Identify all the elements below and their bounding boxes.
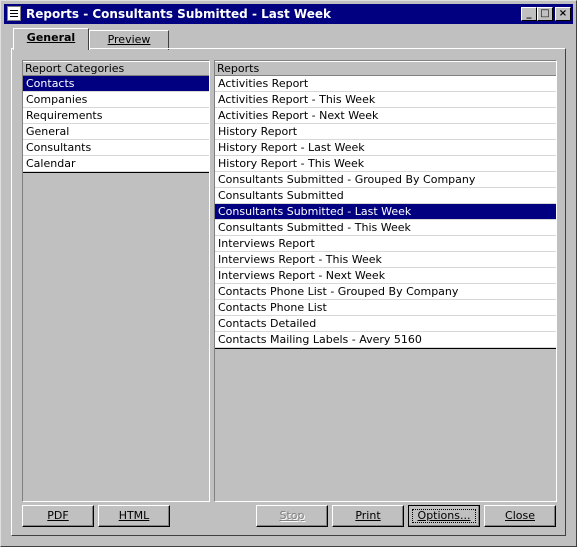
report-list-item[interactable]: History Report - This Week xyxy=(215,156,556,172)
close-button[interactable]: Close xyxy=(484,505,556,527)
report-categories-list[interactable]: Report Categories Contacts Companies Requi… xyxy=(22,60,210,502)
window-icon[interactable] xyxy=(7,6,21,21)
report-categories-header[interactable]: Report Categories xyxy=(23,61,209,76)
category-list-item[interactable]: General xyxy=(23,124,209,140)
html-button[interactable]: HTML xyxy=(98,505,170,527)
maximize-button[interactable]: □ xyxy=(537,7,553,21)
report-list-item[interactable]: Contacts Phone List - Grouped By Company xyxy=(215,284,556,300)
category-list-item[interactable]: Requirements xyxy=(23,108,209,124)
reports-list[interactable]: Reports Activities Report Activities Repo… xyxy=(214,60,557,502)
category-list-item[interactable]: Companies xyxy=(23,92,209,108)
report-list-item[interactable]: Activities Report - This Week xyxy=(215,92,556,108)
focus-rectangle xyxy=(412,509,476,523)
window-title: Reports - Consultants Submitted - Last W… xyxy=(26,7,331,21)
category-list-item[interactable]: Calendar xyxy=(23,156,209,172)
report-list-item[interactable]: History Report xyxy=(215,124,556,140)
close-button-label: Close xyxy=(505,509,535,522)
report-list-item[interactable]: Consultants Submitted - Grouped By Compa… xyxy=(215,172,556,188)
report-list-item[interactable]: Contacts Mailing Labels - Avery 5160 xyxy=(215,332,556,348)
report-list-item[interactable]: Activities Report - Next Week xyxy=(215,108,556,124)
close-window-button[interactable]: × xyxy=(555,7,571,21)
report-list-item[interactable]: Consultants Submitted - This Week xyxy=(215,220,556,236)
report-list-item[interactable]: History Report - Last Week xyxy=(215,140,556,156)
report-list-item[interactable]: Contacts Phone List xyxy=(215,300,556,316)
title-bar[interactable]: Reports - Consultants Submitted - Last W… xyxy=(4,4,573,24)
category-list-item[interactable]: Contacts xyxy=(23,76,209,92)
report-list-item[interactable]: Contacts Detailed xyxy=(215,316,556,332)
stop-button[interactable]: Stop xyxy=(256,505,328,527)
reports-window: Reports - Consultants Submitted - Last W… xyxy=(0,0,577,547)
print-button[interactable]: Print xyxy=(332,505,404,527)
reports-header[interactable]: Reports xyxy=(215,61,556,76)
stop-button-label: Stop xyxy=(279,509,305,522)
general-tab-panel: Report Categories Contacts Companies Requi… xyxy=(11,48,566,536)
options-button[interactable]: Options... xyxy=(408,505,480,527)
report-list-item[interactable]: Consultants Submitted - Last Week xyxy=(215,204,556,220)
report-list-item[interactable]: Interviews Report - This Week xyxy=(215,252,556,268)
tab-general[interactable]: General xyxy=(13,28,89,50)
print-button-label: Print xyxy=(355,509,381,522)
report-list-item[interactable]: Consultants Submitted xyxy=(215,188,556,204)
tab-preview-label: Preview xyxy=(107,33,151,46)
tab-preview[interactable]: Preview xyxy=(89,30,169,50)
report-list-item[interactable]: Interviews Report xyxy=(215,236,556,252)
pdf-button-label: PDF xyxy=(47,509,69,522)
pdf-button[interactable]: PDF xyxy=(22,505,94,527)
tab-general-label: General xyxy=(26,31,76,44)
reports-rows: Activities Report Activities Report - Thi… xyxy=(215,76,556,349)
minimize-button[interactable]: _ xyxy=(521,7,537,21)
html-button-label: HTML xyxy=(118,509,150,522)
report-list-item[interactable]: Activities Report xyxy=(215,76,556,92)
report-list-item[interactable]: Interviews Report - Next Week xyxy=(215,268,556,284)
report-categories-rows: Contacts Companies Requirements General Cons… xyxy=(23,76,209,173)
category-list-item[interactable]: Consultants xyxy=(23,140,209,156)
